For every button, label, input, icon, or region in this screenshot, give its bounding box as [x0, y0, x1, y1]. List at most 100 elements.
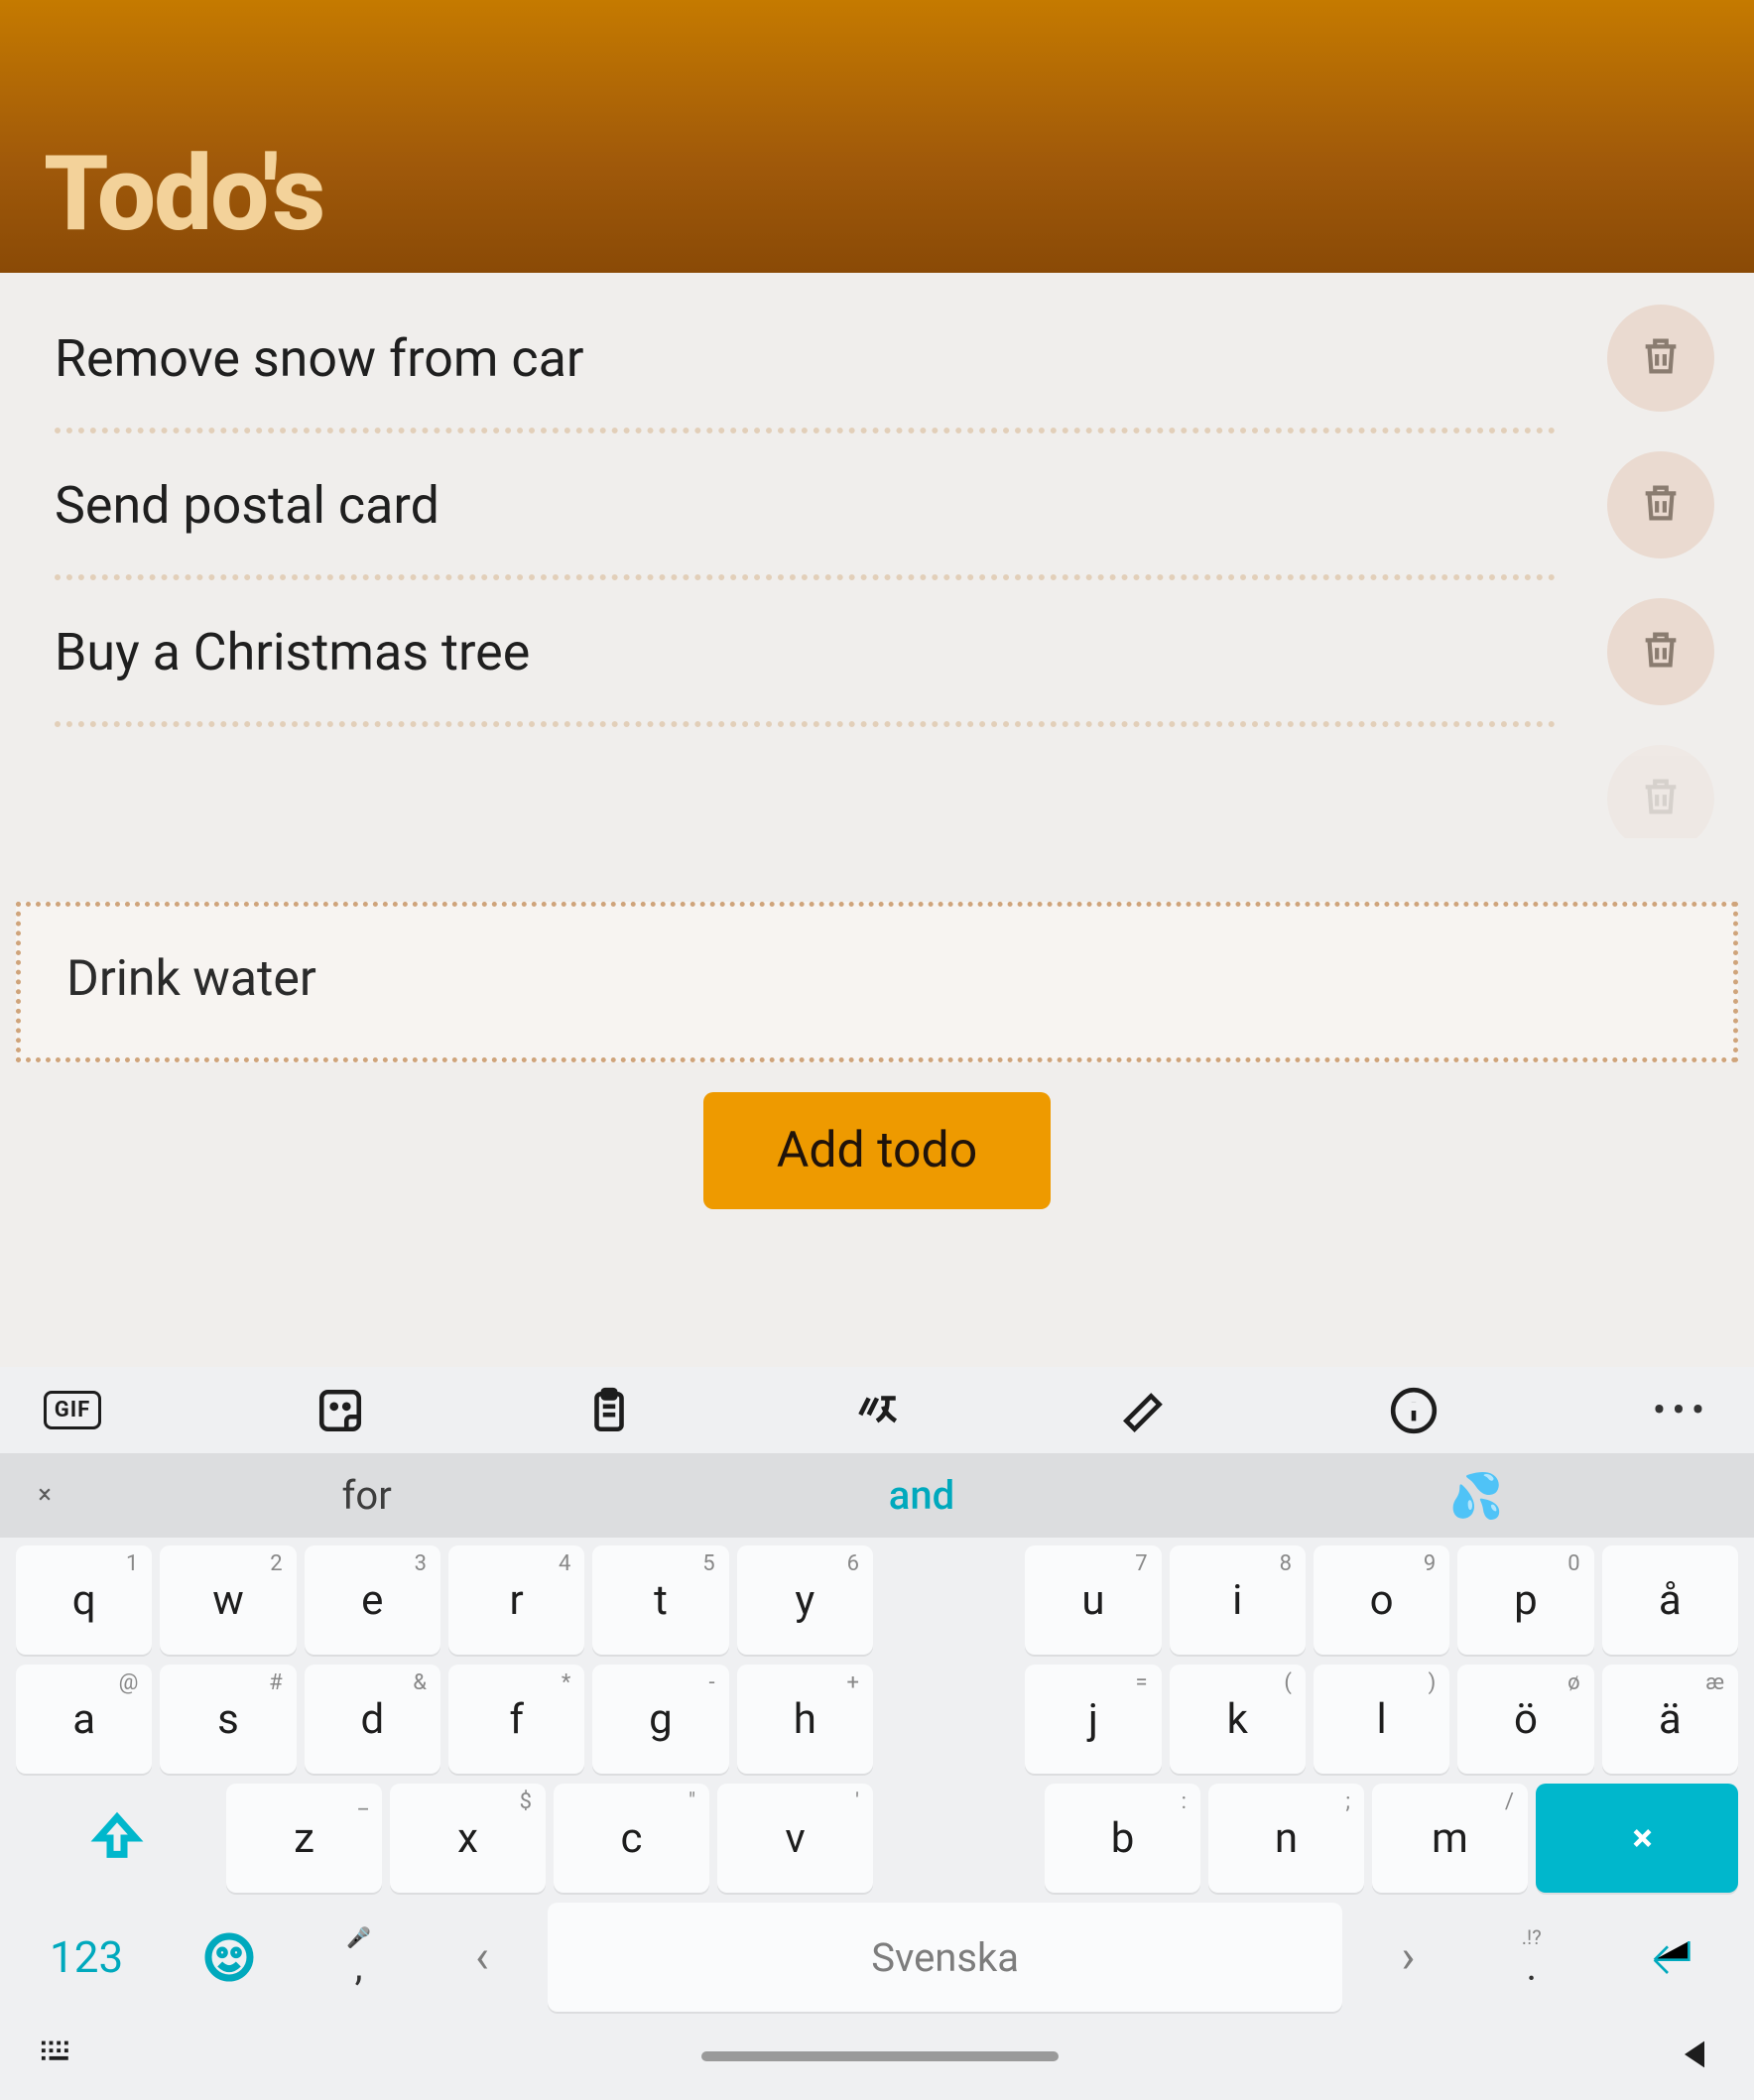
key-a[interactable]: @a	[16, 1665, 152, 1774]
delete-button[interactable]	[1607, 451, 1714, 558]
key-s[interactable]: #s	[160, 1665, 296, 1774]
todo-row	[0, 727, 1754, 838]
shift-icon	[89, 1810, 145, 1866]
key-y[interactable]: 6y	[737, 1545, 873, 1655]
key-w[interactable]: 2w	[160, 1545, 296, 1655]
key-label: d	[360, 1695, 384, 1744]
key-hint: -	[709, 1670, 715, 1695]
key-hint: 7	[1135, 1551, 1147, 1576]
trash-icon	[1638, 774, 1684, 823]
hide-keyboard-button[interactable]	[40, 2038, 85, 2075]
todo-row: Send postal card	[0, 433, 1754, 580]
cursor-left-key[interactable]: ‹	[425, 1903, 540, 2012]
key-m[interactable]: /m	[1372, 1784, 1528, 1893]
period-key[interactable]: .!?.	[1474, 1903, 1589, 2012]
key-o[interactable]: 9o	[1314, 1545, 1449, 1655]
more-button[interactable]: •••	[1653, 1387, 1710, 1433]
key-label: c	[621, 1814, 643, 1863]
new-todo-input[interactable]: Drink water	[16, 902, 1738, 1062]
enter-icon	[1636, 1925, 1699, 1989]
key-hint: æ	[1705, 1670, 1724, 1695]
key-c[interactable]: "c	[554, 1784, 709, 1893]
key-u[interactable]: 7u	[1025, 1545, 1161, 1655]
more-icon: •••	[1653, 1387, 1711, 1433]
key-hint: _	[358, 1790, 368, 1814]
key-ä[interactable]: æä	[1602, 1665, 1738, 1774]
info-button[interactable]	[1385, 1386, 1442, 1435]
key-label: a	[72, 1695, 95, 1744]
trash-icon	[1638, 480, 1684, 530]
key-p[interactable]: 0p	[1457, 1545, 1593, 1655]
key-k[interactable]: (k	[1170, 1665, 1306, 1774]
enter-key[interactable]	[1597, 1903, 1738, 2012]
key-z[interactable]: _z	[226, 1784, 382, 1893]
emoji-key[interactable]	[165, 1903, 293, 2012]
spacebar-key[interactable]: Svenska	[548, 1903, 1342, 2012]
key-hint: #	[269, 1670, 283, 1695]
back-button[interactable]	[1675, 2035, 1714, 2078]
key-label: g	[649, 1695, 673, 1744]
comma-key[interactable]: 🎤,	[301, 1903, 416, 2012]
key-d[interactable]: &d	[305, 1665, 440, 1774]
key-x[interactable]: $x	[390, 1784, 546, 1893]
key-label: ä	[1659, 1695, 1682, 1744]
key-label: w	[212, 1576, 244, 1625]
key-i[interactable]: 8i	[1170, 1545, 1306, 1655]
key-g[interactable]: -g	[592, 1665, 728, 1774]
suggestion-right[interactable]: 💦	[1199, 1470, 1754, 1522]
key-hint: 4	[559, 1551, 570, 1576]
back-icon	[1675, 2035, 1714, 2074]
delete-button[interactable]	[1607, 305, 1714, 412]
key-t[interactable]: 5t	[592, 1545, 728, 1655]
key-r[interactable]: 4r	[448, 1545, 584, 1655]
smiley-icon	[201, 1929, 257, 1985]
key-h[interactable]: +h	[737, 1665, 873, 1774]
expand-suggestions-button[interactable]: ⌄⌃	[0, 1478, 89, 1514]
todo-list: Remove snow from car Send postal card Bu…	[0, 273, 1754, 838]
trash-icon	[1638, 627, 1684, 677]
suggestion-left[interactable]: for	[89, 1472, 644, 1519]
gif-button[interactable]: GIF	[44, 1391, 101, 1429]
key-f[interactable]: *f	[448, 1665, 584, 1774]
key-label: v	[785, 1814, 805, 1863]
key-å[interactable]: å	[1602, 1545, 1738, 1655]
translate-icon	[852, 1386, 902, 1435]
key-label: t	[654, 1576, 668, 1625]
shift-key[interactable]	[16, 1784, 218, 1893]
key-hint: '	[855, 1790, 859, 1814]
clipboard-button[interactable]	[580, 1386, 638, 1435]
key-n[interactable]: ;n	[1208, 1784, 1364, 1893]
key-q[interactable]: 1q	[16, 1545, 152, 1655]
key-hint: 2	[270, 1551, 282, 1576]
delete-button[interactable]	[1607, 745, 1714, 838]
home-indicator[interactable]	[701, 2051, 1059, 2061]
key-v[interactable]: 'v	[717, 1784, 873, 1893]
key-hint: 8	[1280, 1551, 1292, 1576]
key-ö[interactable]: øö	[1457, 1665, 1593, 1774]
sticker-icon	[315, 1386, 365, 1435]
add-todo-button[interactable]: Add todo	[703, 1092, 1052, 1209]
key-e[interactable]: 3e	[305, 1545, 440, 1655]
delete-button[interactable]	[1607, 598, 1714, 705]
cursor-right-key[interactable]: ›	[1350, 1903, 1465, 2012]
key-label: k	[1227, 1695, 1248, 1744]
key-label: i	[1232, 1576, 1242, 1625]
draw-button[interactable]	[1116, 1386, 1174, 1435]
suggestion-center[interactable]: and	[644, 1472, 1198, 1519]
numeric-key[interactable]: 123	[16, 1903, 157, 2012]
key-label: s	[217, 1695, 239, 1744]
translate-button[interactable]	[848, 1386, 906, 1435]
key-label: r	[510, 1576, 524, 1625]
key-label: y	[795, 1576, 814, 1625]
key-label: e	[361, 1576, 383, 1625]
key-l[interactable]: )l	[1314, 1665, 1449, 1774]
gif-icon: GIF	[44, 1391, 102, 1429]
key-j[interactable]: =j	[1025, 1665, 1161, 1774]
todo-row: Buy a Christmas tree	[0, 580, 1754, 727]
key-b[interactable]: :b	[1045, 1784, 1200, 1893]
backspace-key[interactable]	[1536, 1784, 1738, 1893]
key-label: j	[1088, 1695, 1098, 1744]
key-hint: (	[1284, 1670, 1292, 1695]
sticker-button[interactable]	[312, 1386, 369, 1435]
system-navbar	[0, 2012, 1754, 2100]
